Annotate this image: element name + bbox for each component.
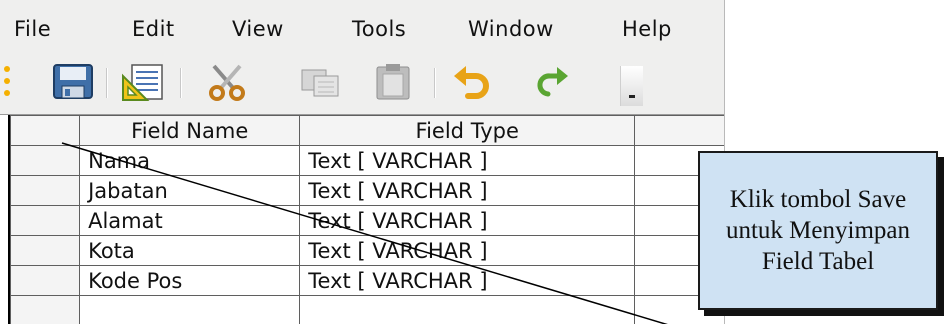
field-type-cell[interactable]: Text [ VARCHAR ]: [299, 145, 636, 176]
paste-button[interactable]: [370, 62, 416, 102]
row-selector[interactable]: [9, 235, 81, 266]
field-name-cell[interactable]: Kota: [79, 235, 301, 266]
save-button[interactable]: [50, 62, 96, 102]
table-row[interactable]: Kode Pos Text [ VARCHAR ]: [9, 265, 724, 296]
field-name-cell[interactable]: Alamat: [79, 205, 301, 236]
row-selector[interactable]: [9, 205, 81, 236]
menu-file[interactable]: File: [14, 17, 51, 41]
column-header-field-type[interactable]: Field Type: [299, 115, 636, 146]
design-view-button[interactable]: [120, 62, 166, 102]
column-header-description[interactable]: [634, 115, 724, 146]
toolbar-grip[interactable]: [4, 66, 10, 100]
field-grid: Field Name Field Type Nama Text [ VARCHA…: [8, 115, 724, 324]
row-selector[interactable]: [9, 145, 81, 176]
redo-icon: [537, 67, 568, 97]
paste-icon: [376, 64, 410, 100]
menu-view[interactable]: View: [232, 17, 284, 41]
table-design-window: File Edit View Tools Window Help Field N…: [0, 0, 725, 324]
toolbar-overflow-button[interactable]: [620, 66, 643, 106]
row-selector[interactable]: [9, 265, 81, 296]
table-row[interactable]: Alamat Text [ VARCHAR ]: [9, 205, 724, 236]
table-row[interactable]: Jabatan Text [ VARCHAR ]: [9, 175, 724, 206]
instruction-callout: Klik tombol Save untuk Menyimpan Field T…: [698, 151, 938, 310]
cut-button[interactable]: [204, 62, 250, 102]
chevron-down-icon: [629, 95, 635, 98]
copy-icon: [301, 69, 339, 97]
field-name-cell[interactable]: Nama: [79, 145, 301, 176]
row-selector[interactable]: [9, 175, 81, 206]
field-name-cell[interactable]: Kode Pos: [79, 265, 301, 296]
callout-text: Klik tombol Save untuk Menyimpan Field T…: [725, 186, 910, 275]
table-row[interactable]: Nama Text [ VARCHAR ]: [9, 145, 724, 176]
menu-bar: File Edit View Tools Window Help: [0, 0, 724, 54]
cut-icon: [209, 64, 245, 101]
column-header-field-name[interactable]: Field Name: [79, 115, 301, 146]
toolbar-separator: [180, 68, 182, 98]
toolbar-separator: [106, 68, 108, 98]
copy-button[interactable]: [298, 62, 344, 102]
table-row[interactable]: Kota Text [ VARCHAR ]: [9, 235, 724, 266]
field-type-cell[interactable]: Text [ VARCHAR ]: [299, 265, 636, 296]
header-row: Field Name Field Type: [9, 115, 724, 146]
table-row[interactable]: [9, 295, 724, 324]
field-grid-area: Field Name Field Type Nama Text [ VARCHA…: [0, 114, 724, 324]
undo-button[interactable]: [450, 62, 496, 102]
field-name-cell[interactable]: Jabatan: [79, 175, 301, 206]
toolbar-separator: [434, 68, 436, 98]
save-icon: [53, 64, 93, 99]
field-table: Field Name Field Type Nama Text [ VARCHA…: [9, 115, 724, 324]
undo-icon: [454, 66, 489, 99]
field-type-cell[interactable]: Text [ VARCHAR ]: [299, 175, 636, 206]
row-selector[interactable]: [9, 295, 81, 324]
corner-cell[interactable]: [9, 115, 81, 146]
field-type-cell[interactable]: [299, 295, 636, 324]
field-name-cell[interactable]: [79, 295, 301, 324]
standard-toolbar: [0, 54, 724, 114]
menu-edit[interactable]: Edit: [132, 17, 175, 41]
menu-help[interactable]: Help: [622, 17, 672, 41]
menu-tools[interactable]: Tools: [352, 17, 406, 41]
menu-window[interactable]: Window: [468, 17, 554, 41]
table-design-icon: [122, 64, 163, 101]
field-type-cell[interactable]: Text [ VARCHAR ]: [299, 235, 636, 266]
field-type-cell[interactable]: Text [ VARCHAR ]: [299, 205, 636, 236]
redo-button[interactable]: [530, 62, 576, 102]
